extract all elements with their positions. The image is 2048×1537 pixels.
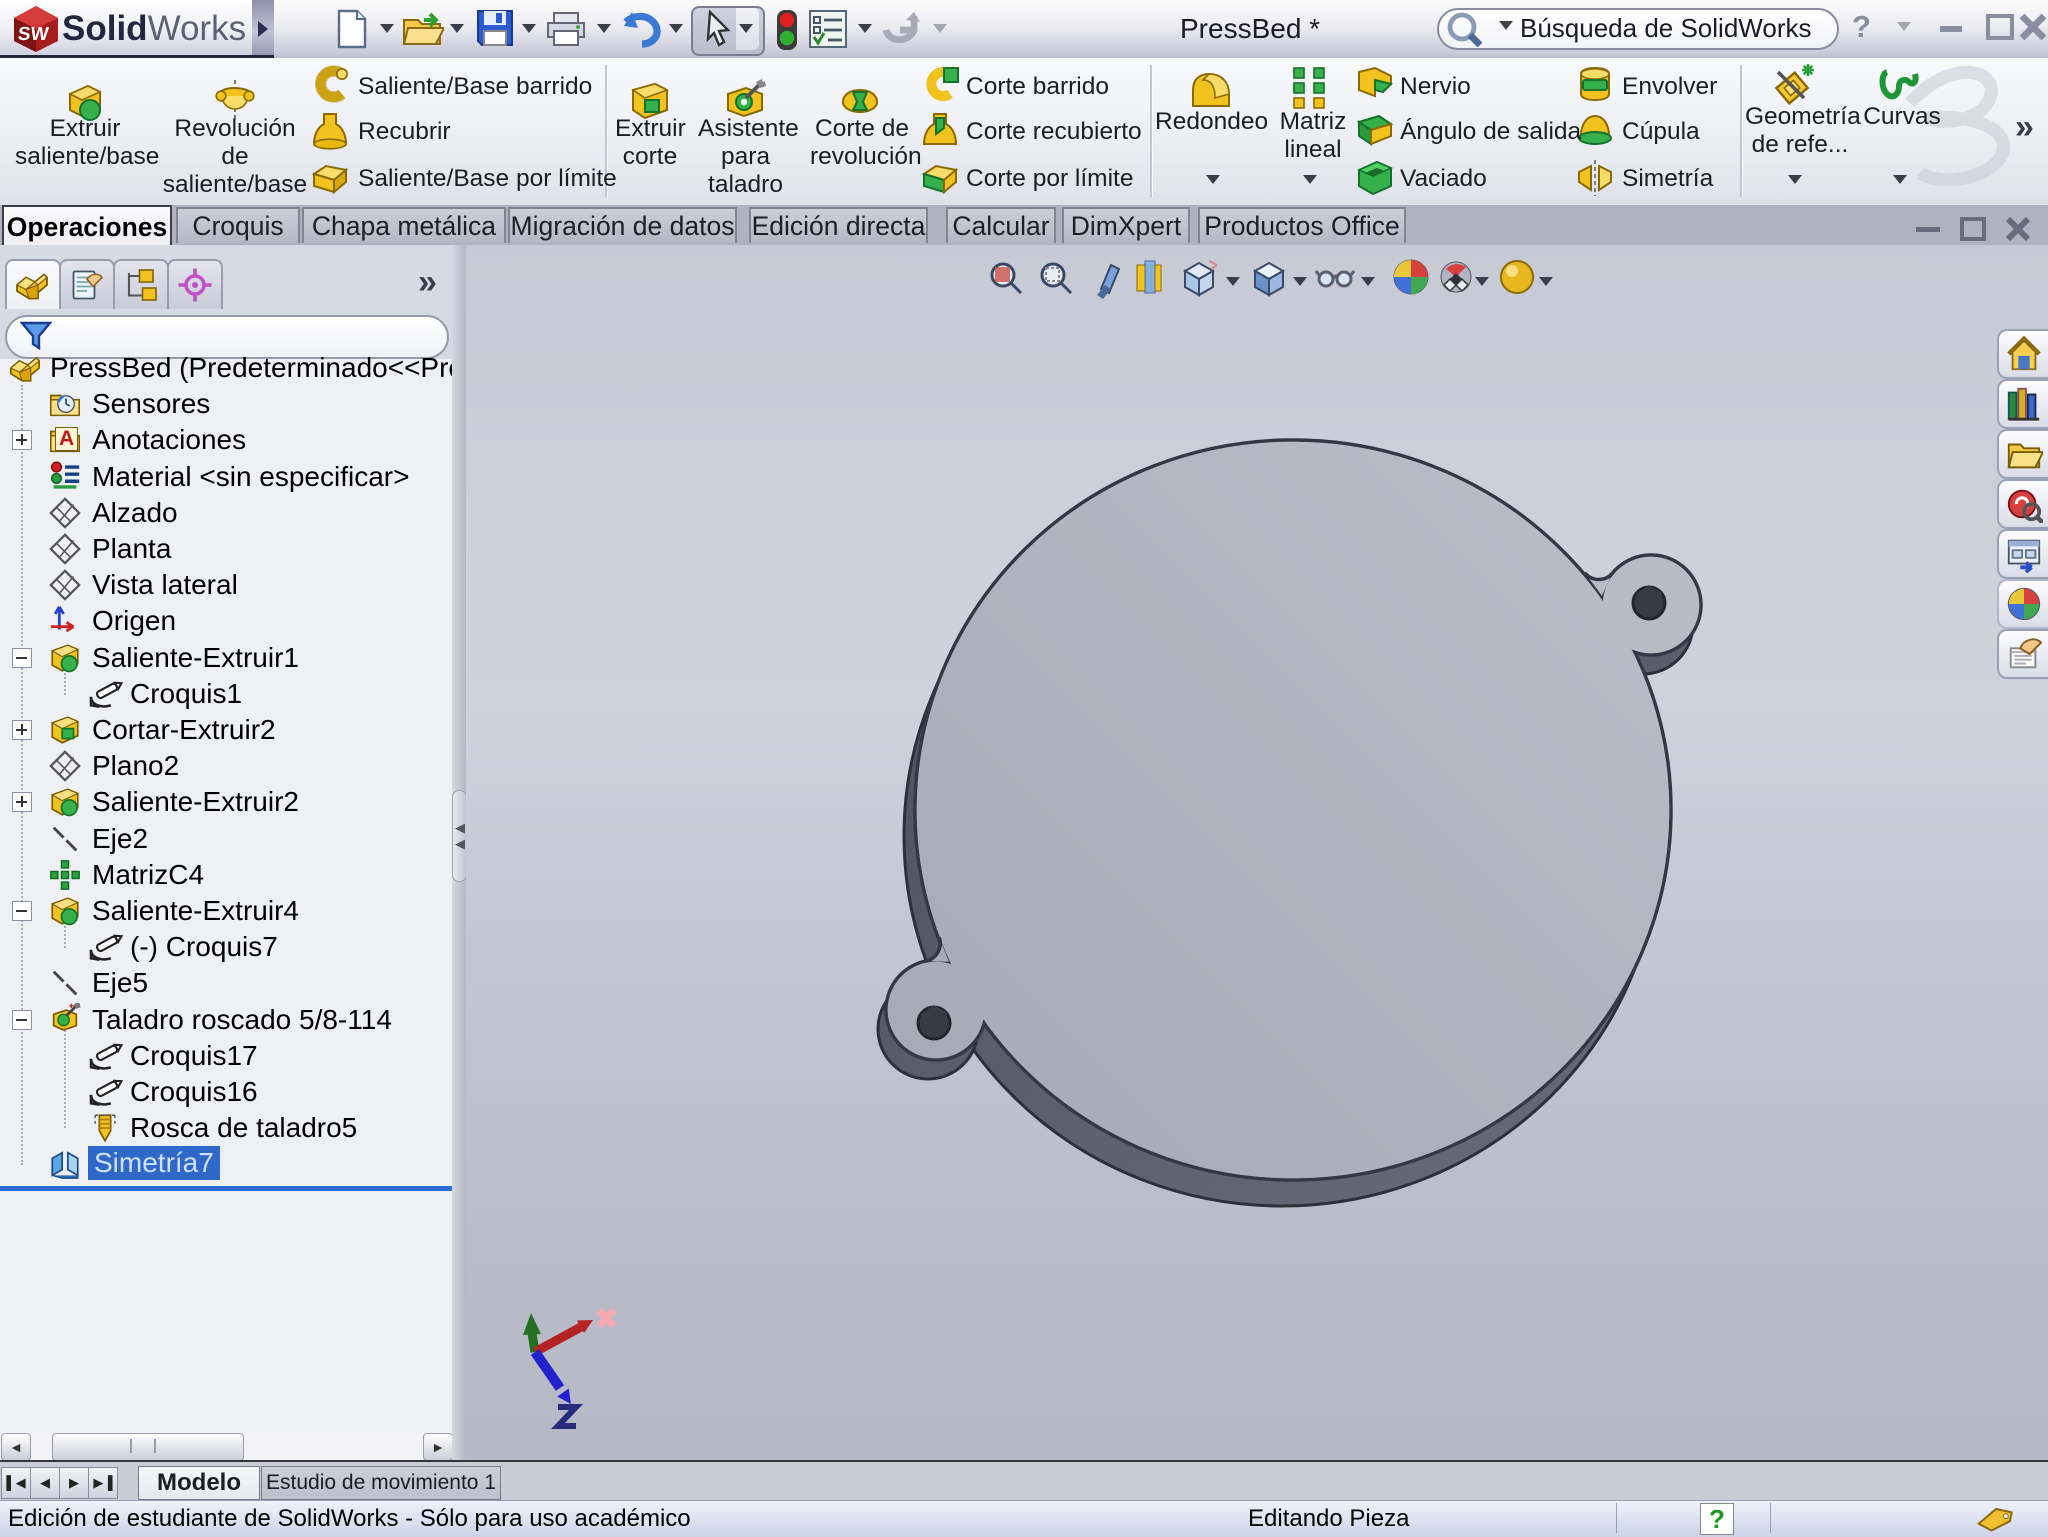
svg-text:SW: SW [17,24,50,45]
